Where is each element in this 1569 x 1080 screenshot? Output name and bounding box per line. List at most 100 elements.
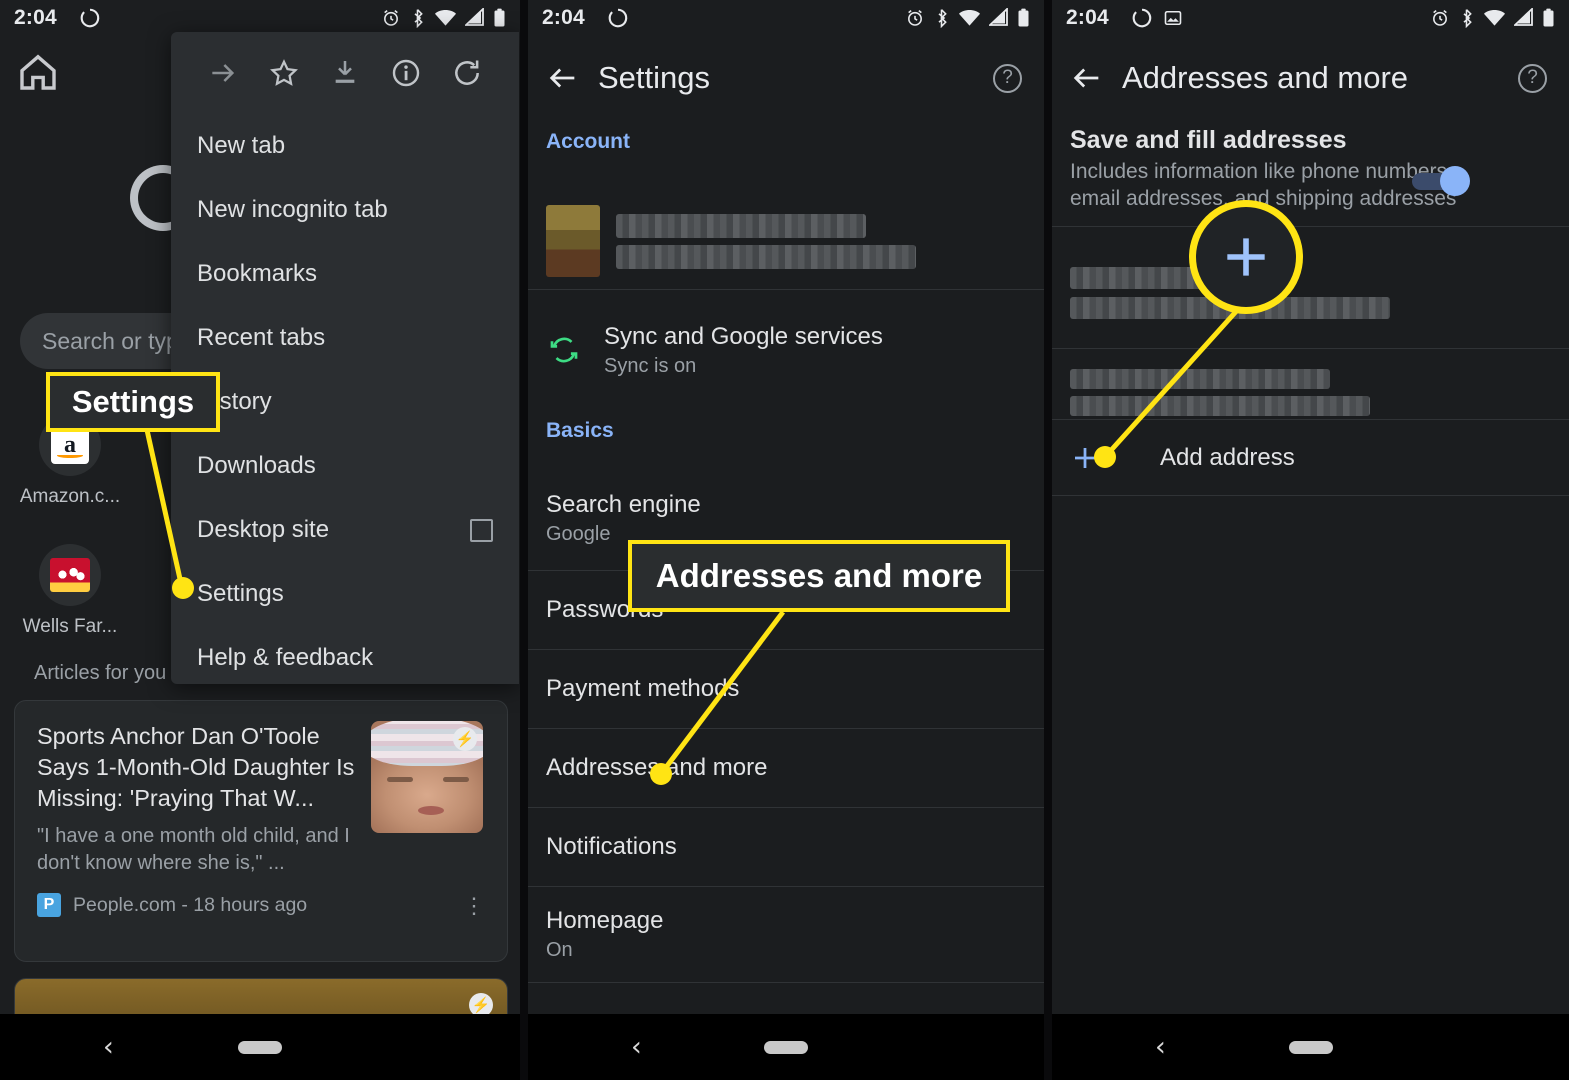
- status-left: 2:04: [14, 6, 101, 30]
- forward-icon[interactable]: [193, 57, 254, 89]
- settings-app-bar: Settings ?: [528, 36, 1044, 120]
- news-article-card-2[interactable]: ⚡: [14, 978, 508, 1014]
- menu-item-label: New tab: [197, 132, 286, 159]
- back-button[interactable]: [528, 61, 598, 95]
- amp-badge-icon: ⚡: [469, 993, 493, 1014]
- menu-item-label: Downloads: [197, 452, 316, 479]
- redacted-line: [1070, 395, 1370, 416]
- amazon-icon: a: [39, 414, 101, 476]
- nav-home-pill[interactable]: [1288, 1041, 1333, 1054]
- menu-item-label: Help & feedback: [197, 644, 374, 671]
- tile-label: Wells Far...: [22, 616, 118, 637]
- article-source: People.com - 18 hours ago: [73, 893, 308, 916]
- menu-item-downloads[interactable]: Downloads: [171, 434, 519, 498]
- status-clock: 2:04: [14, 6, 57, 29]
- nav-home-pill[interactable]: [238, 1041, 282, 1054]
- cellular-signal-icon: [465, 8, 484, 26]
- status-left: 2:04: [542, 6, 629, 30]
- bluetooth-icon: [938, 9, 947, 28]
- sync-row-text: Sync and Google services Sync is on: [604, 323, 883, 378]
- settings-row-search-engine[interactable]: Search engine Google: [528, 478, 719, 558]
- android-nav-bar: ‹: [528, 1014, 1044, 1080]
- wifi-icon: [958, 10, 981, 26]
- settings-row-addresses-and-more[interactable]: Addresses and more: [528, 729, 785, 807]
- redacted-line: [1070, 296, 1390, 319]
- settings-row-homepage[interactable]: Homepage On: [528, 887, 681, 982]
- star-icon[interactable]: [254, 57, 315, 89]
- settings-row-notifications[interactable]: Notifications: [528, 808, 695, 886]
- menu-item-label: New incognito tab: [197, 196, 388, 223]
- news-article-card[interactable]: Sports Anchor Dan O'Toole Says 1-Month-O…: [14, 700, 508, 962]
- section-header-account: Account: [546, 130, 630, 153]
- phone-screen-settings: 2:04 Settings ? Account Sync and Google …: [528, 0, 1044, 1080]
- add-address-row[interactable]: Add address: [1052, 420, 1313, 495]
- status-right: [1430, 8, 1555, 28]
- account-avatar: [546, 205, 600, 277]
- row-title: Notifications: [546, 833, 677, 860]
- redacted-line: [616, 213, 866, 238]
- tile-amazon[interactable]: a Amazon.c...: [0, 400, 140, 508]
- desktop-site-checkbox[interactable]: [470, 518, 493, 542]
- cellular-signal-icon: [989, 8, 1008, 26]
- menu-item-new-tab[interactable]: New tab: [171, 114, 519, 178]
- row-title: Search engine: [546, 490, 701, 518]
- screenshot-stage: 2:04 Search or type a Amazon.c... Wells …: [0, 0, 1569, 1080]
- bluetooth-icon: [1463, 9, 1472, 28]
- tile-wells-fargo[interactable]: Wells Far...: [0, 530, 140, 638]
- card-text: Sports Anchor Dan O'Toole Says 1-Month-O…: [37, 721, 357, 877]
- account-row[interactable]: [528, 186, 934, 296]
- menu-item-new-incognito-tab[interactable]: New incognito tab: [171, 178, 519, 242]
- reload-icon[interactable]: [436, 57, 497, 89]
- menu-item-desktop-site[interactable]: Desktop site: [171, 498, 519, 562]
- phone-screen-new-tab: 2:04 Search or type a Amazon.c... Wells …: [0, 0, 520, 1080]
- sync-row-sub: Sync is on: [604, 354, 697, 377]
- source-favicon: P: [37, 893, 61, 918]
- nav-home-pill[interactable]: [764, 1041, 808, 1054]
- menu-item-history[interactable]: History: [171, 370, 519, 434]
- saved-address-row-1[interactable]: [1052, 227, 1408, 358]
- screenshot-icon: [1164, 10, 1182, 26]
- alarm-icon: [384, 10, 398, 26]
- save-and-fill-toggle[interactable]: [1412, 166, 1470, 196]
- battery-icon: [1543, 8, 1554, 27]
- redacted-line: [1070, 368, 1330, 389]
- nav-back-button[interactable]: ‹: [103, 1034, 114, 1061]
- menu-item-label: History: [197, 388, 272, 415]
- sync-row-title: Sync and Google services: [604, 322, 883, 350]
- settings-row-payment-methods[interactable]: Payment methods: [528, 650, 757, 728]
- add-address-label: Add address: [1160, 443, 1295, 471]
- menu-item-bookmarks[interactable]: Bookmarks: [171, 242, 519, 306]
- menu-item-label: Settings: [197, 580, 284, 607]
- status-bar: 2:04: [528, 0, 1044, 36]
- nav-back-button[interactable]: ‹: [631, 1034, 642, 1061]
- nav-back-button[interactable]: ‹: [1155, 1034, 1166, 1061]
- download-icon[interactable]: [315, 57, 376, 89]
- menu-item-help-feedback[interactable]: Help & feedback: [171, 626, 519, 690]
- articles-for-you-label: Articles for you: [34, 662, 167, 684]
- menu-item-settings[interactable]: Settings: [171, 562, 519, 626]
- menu-item-recent-tabs[interactable]: Recent tabs: [171, 306, 519, 370]
- sync-icon: [550, 337, 578, 363]
- info-icon[interactable]: [375, 57, 436, 89]
- home-icon[interactable]: [14, 48, 62, 96]
- panel1-screen: 2:04 Search or type a Amazon.c... Wells …: [0, 0, 520, 1014]
- status-clock: 2:04: [1066, 6, 1109, 29]
- back-button[interactable]: [1052, 61, 1122, 95]
- more-options-icon[interactable]: ⋮: [463, 894, 485, 916]
- help-button[interactable]: ?: [1518, 63, 1547, 93]
- wells-fargo-icon: [39, 544, 101, 606]
- help-button[interactable]: ?: [993, 63, 1022, 93]
- amp-badge-icon: ⚡: [453, 727, 477, 751]
- cellular-signal-icon: [1514, 8, 1533, 26]
- save-and-fill-addresses-row[interactable]: Save and fill addresses Includes informa…: [1052, 122, 1488, 222]
- save-fill-text: Save and fill addresses Includes informa…: [1070, 126, 1470, 213]
- thumbnail-eye-left: [387, 777, 413, 782]
- article-thumbnail: ⚡: [371, 721, 483, 833]
- save-fill-title: Save and fill addresses: [1070, 126, 1347, 154]
- menu-item-label: Bookmarks: [197, 260, 318, 287]
- status-left: 2:04: [1066, 6, 1183, 30]
- battery-icon: [1018, 8, 1029, 27]
- settings-row-passwords[interactable]: Passwords: [528, 571, 681, 649]
- android-nav-bar: ‹: [1052, 1014, 1569, 1080]
- sync-and-google-services-row[interactable]: Sync and Google services Sync is on: [528, 296, 901, 404]
